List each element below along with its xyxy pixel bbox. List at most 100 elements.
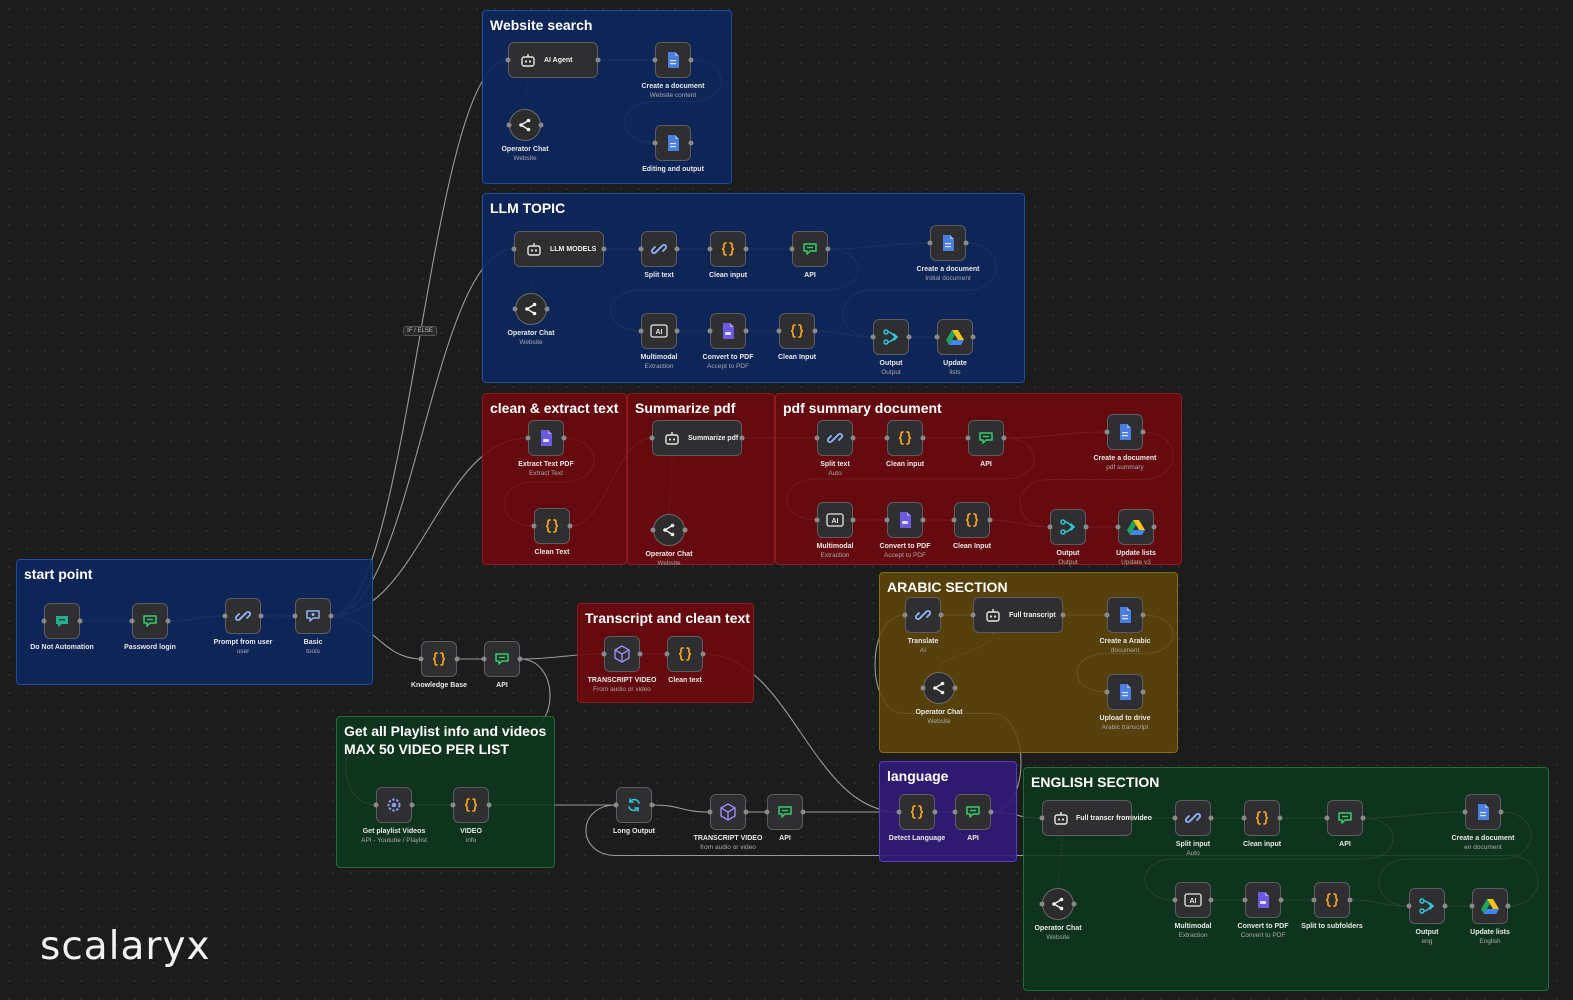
node-pdf-clean2[interactable] [954,502,990,538]
output-port[interactable] [674,328,680,334]
input-port[interactable] [927,240,933,246]
input-port[interactable] [707,246,713,252]
output-port[interactable] [988,809,994,815]
input-port[interactable] [1115,524,1121,530]
group-playlist[interactable]: Get all Playlist info and videos MAX 50 … [336,716,555,868]
output-port[interactable] [970,334,976,340]
node-en-create-doc[interactable] [1465,794,1501,830]
node-en-multimodal[interactable]: AI [1175,882,1211,918]
node-llm-operator[interactable] [515,293,547,325]
node-pdf-convert[interactable] [887,502,923,538]
output-port[interactable] [987,517,993,523]
node-en-api[interactable] [1327,800,1363,836]
node-ar-translate[interactable] [905,597,941,633]
node-llm-update[interactable] [937,319,973,355]
output-port[interactable] [938,612,944,618]
node-pdf-output[interactable] [1050,509,1086,545]
input-port[interactable] [896,809,902,815]
input-port[interactable] [1324,815,1330,821]
node-pdf-update[interactable] [1118,509,1154,545]
node-tc-clean[interactable] [667,636,703,672]
input-port[interactable] [952,809,958,815]
input-port[interactable] [505,57,511,63]
workflow-canvas[interactable]: Website search LLM TOPIC clean & extract t… [0,0,1573,1000]
node-en-output[interactable] [1409,888,1445,924]
node-pdf-multimodal[interactable]: AI [817,502,853,538]
node-knowledge-base[interactable] [421,641,457,677]
input-port[interactable] [707,328,713,334]
input-port[interactable] [1469,903,1475,909]
input-port[interactable] [1462,809,1468,815]
input-port[interactable] [638,246,644,252]
input-port[interactable] [1241,815,1247,821]
output-port[interactable] [595,57,601,63]
input-port[interactable] [1047,524,1053,530]
output-port[interactable] [800,809,806,815]
input-port[interactable] [652,57,658,63]
node-llm-models[interactable]: LLM MODELS [514,231,604,267]
input-port[interactable] [934,334,940,340]
input-port[interactable] [884,517,890,523]
output-port[interactable] [601,246,607,252]
output-port[interactable] [932,809,938,815]
node-do-not-automation[interactable] [44,603,80,639]
output-port[interactable] [454,656,460,662]
node-pdf-api[interactable] [968,420,1004,456]
output-port[interactable] [409,802,415,808]
output-port[interactable] [674,246,680,252]
input-port[interactable] [965,435,971,441]
input-port[interactable] [1406,903,1412,909]
input-port[interactable] [1104,689,1110,695]
output-port[interactable] [963,240,969,246]
input-port[interactable] [814,517,820,523]
input-port[interactable] [1039,901,1045,907]
input-port[interactable] [814,435,820,441]
node-ar-operator[interactable] [923,672,955,704]
output-port[interactable] [544,306,550,312]
node-pdf-clean[interactable] [887,420,923,456]
output-port[interactable] [1347,897,1353,903]
output-port[interactable] [1208,815,1214,821]
node-ws-create-doc[interactable] [655,42,691,78]
node-llm-output[interactable] [873,319,909,355]
output-port[interactable] [1277,815,1283,821]
if-else-edge-tag[interactable]: IF / ELSE [403,326,437,336]
node-en-split[interactable] [1175,800,1211,836]
node-summarize[interactable]: Summarize pdf [652,420,742,456]
output-port[interactable] [920,517,926,523]
output-port[interactable] [952,685,958,691]
edge-long-output-to-tv2[interactable] [651,804,711,813]
output-port[interactable] [812,328,818,334]
node-en-full-transcript[interactable]: Full transcr from video [1042,800,1152,836]
input-port[interactable] [292,613,298,619]
node-long-output[interactable] [616,787,652,823]
input-port[interactable] [511,246,517,252]
output-port[interactable] [1001,435,1007,441]
output-port[interactable] [328,613,334,619]
output-port[interactable] [1140,612,1146,618]
node-ws-operator[interactable] [509,109,541,141]
input-port[interactable] [525,435,531,441]
input-port[interactable] [664,651,670,657]
output-port[interactable] [1140,429,1146,435]
output-port[interactable] [688,140,694,146]
input-port[interactable] [222,613,228,619]
input-port[interactable] [531,523,537,529]
input-port[interactable] [41,618,47,624]
output-port[interactable] [486,802,492,808]
input-port[interactable] [707,809,713,815]
node-tv2[interactable] [710,794,746,830]
node-ar-full-transcript[interactable]: Full transcript [973,597,1063,633]
input-port[interactable] [506,122,512,128]
node-clean-text[interactable] [534,508,570,544]
node-llm-convert[interactable] [710,313,746,349]
input-port[interactable] [601,651,607,657]
input-port[interactable] [902,612,908,618]
output-port[interactable] [1278,897,1284,903]
output-port[interactable] [1083,524,1089,530]
output-port[interactable] [1129,815,1135,821]
output-port[interactable] [1442,903,1448,909]
node-pdf-create-doc[interactable] [1107,414,1143,450]
input-port[interactable] [776,328,782,334]
input-port[interactable] [951,517,957,523]
